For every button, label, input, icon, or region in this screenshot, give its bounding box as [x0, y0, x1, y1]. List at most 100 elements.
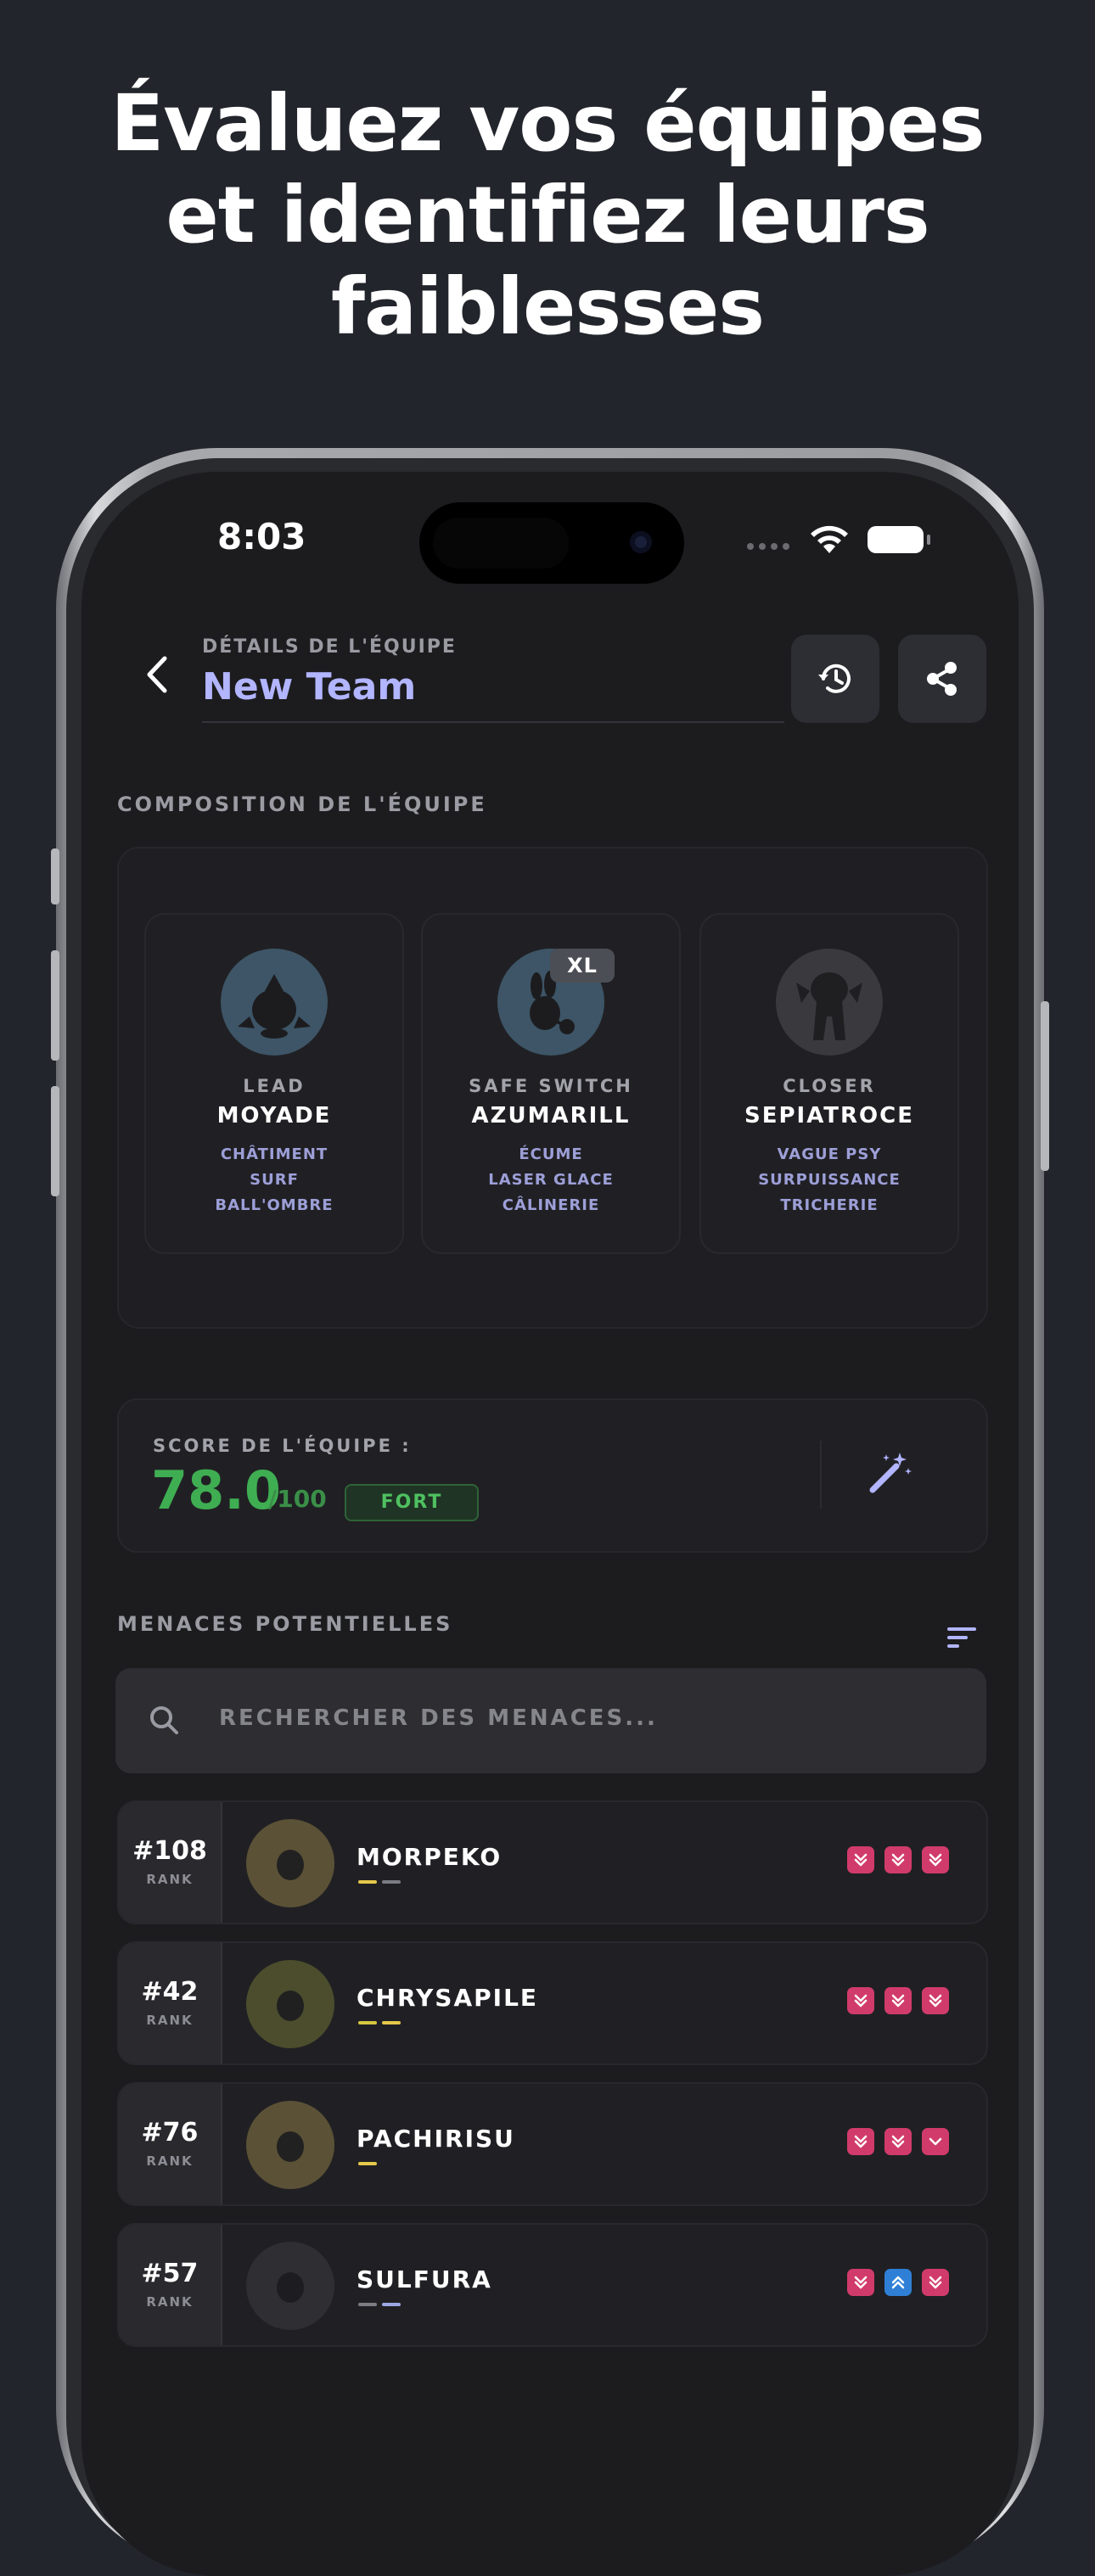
rank-box: #76 RANK [119, 2084, 222, 2204]
move: VAGUE PSY [777, 1145, 882, 1163]
matchup-bars [358, 2021, 401, 2024]
matchup-bar [358, 2021, 377, 2024]
member-moves: VAGUE PSY SURPUISSANCE TRICHERIE [701, 1142, 957, 1218]
pokemon-silhouette-icon [776, 949, 883, 1056]
threat-search-input[interactable]: RECHERCHER DES MENACES... [115, 1668, 986, 1773]
status-time: 8:03 [217, 516, 306, 557]
member-moves: ÉCUME LASER GLACE CÂLINERIE [423, 1142, 679, 1218]
move: SURPUISSANCE [758, 1171, 901, 1189]
member-role: LEAD [243, 1076, 306, 1096]
composition-heading: COMPOSITION DE L'ÉQUIPE [117, 792, 487, 816]
threat-rank: #42 [141, 1977, 199, 2007]
pokemon-silhouette-icon [221, 949, 328, 1056]
matchup-chips [847, 2269, 949, 2296]
matchup-chips [847, 2128, 949, 2155]
history-icon [818, 664, 851, 693]
matchup-chips [847, 1846, 949, 1873]
dynamic-island [419, 502, 684, 584]
sort-filter-icon[interactable] [944, 1621, 981, 1655]
pokemon-silhouette-icon [246, 2101, 334, 2189]
headline-line-3: faiblesses [330, 261, 765, 352]
team-name-underline [202, 721, 784, 723]
rank-box: #108 RANK [119, 1802, 222, 1923]
threat-row[interactable]: #57 RANK SULFURA [117, 2223, 988, 2347]
pokemon-silhouette-icon [246, 1819, 334, 1907]
phone-volume-down-button [51, 1086, 59, 1196]
weakness-chevron-icon [884, 1846, 912, 1873]
weakness-chevron-icon [884, 1987, 912, 2014]
rank-label: RANK [146, 1872, 194, 1887]
threat-row[interactable]: #76 RANK PACHIRISU [117, 2082, 988, 2206]
matchup-bar [358, 2162, 377, 2165]
threats-heading: MENACES POTENTIELLES [117, 1612, 453, 1636]
threat-row[interactable]: #108 RANK MORPEKO [117, 1800, 988, 1924]
team-details-label: DÉTAILS DE L'ÉQUIPE [202, 636, 457, 658]
score-label: SCORE DE L'ÉQUIPE : [153, 1436, 412, 1456]
member-role: SAFE SWITCH [469, 1076, 633, 1096]
move: CHÂTIMENT [220, 1145, 328, 1163]
rank-label: RANK [146, 2153, 194, 2169]
history-button[interactable] [791, 635, 879, 723]
threat-name: SULFURA [357, 2265, 492, 2293]
phone-power-button [1041, 1001, 1049, 1171]
move: CÂLINERIE [502, 1196, 600, 1214]
back-chevron-icon[interactable] [141, 653, 175, 696]
matchup-chips [847, 1987, 949, 2014]
threat-avatar [246, 1819, 334, 1907]
member-name: SEPIATROCE [744, 1103, 915, 1128]
resist-chevron-icon [884, 2269, 912, 2296]
threat-name: MORPEKO [357, 1843, 503, 1871]
matchup-bars [358, 2162, 377, 2165]
headline-line-1: Évaluez vos équipes [110, 78, 985, 169]
move: TRICHERIE [780, 1196, 879, 1214]
phone-action-button [51, 848, 59, 904]
pokemon-silhouette-icon [246, 2242, 334, 2330]
matchup-bar [358, 1880, 377, 1884]
weakness-chevron-icon [847, 1987, 874, 2014]
team-name-field[interactable]: New Team [202, 665, 416, 708]
rank-label: RANK [146, 2013, 194, 2028]
matchup-bar [382, 2303, 401, 2306]
magic-wand-icon[interactable] [866, 1449, 913, 1497]
matchup-bar [382, 2021, 401, 2024]
rank-box: #57 RANK [119, 2225, 222, 2345]
member-role: CLOSER [783, 1076, 876, 1096]
member-name: MOYADE [216, 1103, 332, 1128]
search-icon [150, 1706, 178, 1734]
threat-rank: #76 [141, 2118, 199, 2148]
move: ÉCUME [519, 1145, 583, 1163]
team-member-card[interactable]: CLOSER SEPIATROCE VAGUE PSY SURPUISSANCE… [699, 913, 959, 1254]
threat-avatar [246, 2101, 334, 2189]
wifi-icon [811, 525, 848, 553]
score-max: /100 [268, 1485, 327, 1513]
weakness-chevron-icon [884, 2128, 912, 2155]
weakness-chevron-icon [847, 2269, 874, 2296]
matchup-bar [382, 1880, 401, 1884]
app-screen: 8:03 DÉTAILS DE L'ÉQUIPE New Team COMPOS… [81, 472, 1019, 2576]
team-member-card[interactable]: LEAD MOYADE CHÂTIMENT SURF BALL'OMBRE [144, 913, 404, 1254]
weakness-chevron-icon [922, 2128, 949, 2155]
matchup-bar [358, 2303, 377, 2306]
member-name: AZUMARILL [471, 1103, 631, 1128]
headline-line-2: et identifiez leurs [166, 170, 929, 260]
score-divider [820, 1441, 822, 1509]
threat-row[interactable]: #42 RANK CHRYSAPILE [117, 1941, 988, 2065]
score-rating-badge: FORT [345, 1484, 479, 1521]
threat-rank: #57 [141, 2259, 199, 2288]
size-badge: XL [550, 949, 615, 983]
weakness-chevron-icon [922, 1846, 949, 1873]
matchup-bars [358, 1880, 401, 1884]
member-moves: CHÂTIMENT SURF BALL'OMBRE [146, 1142, 402, 1218]
threat-name: CHRYSAPILE [357, 1984, 539, 2012]
move: BALL'OMBRE [215, 1196, 334, 1214]
pokemon-avatar [776, 949, 883, 1056]
share-button[interactable] [898, 635, 986, 723]
weakness-chevron-icon [847, 1846, 874, 1873]
search-placeholder: RECHERCHER DES MENACES... [219, 1705, 658, 1731]
move: SURF [250, 1171, 299, 1189]
promo-headline: Évaluez vos équipes et identifiez leurs … [0, 78, 1095, 353]
move: LASER GLACE [488, 1171, 614, 1189]
matchup-bars [358, 2303, 401, 2306]
phone-volume-up-button [51, 950, 59, 1061]
cellular-signal-icon [747, 543, 789, 550]
